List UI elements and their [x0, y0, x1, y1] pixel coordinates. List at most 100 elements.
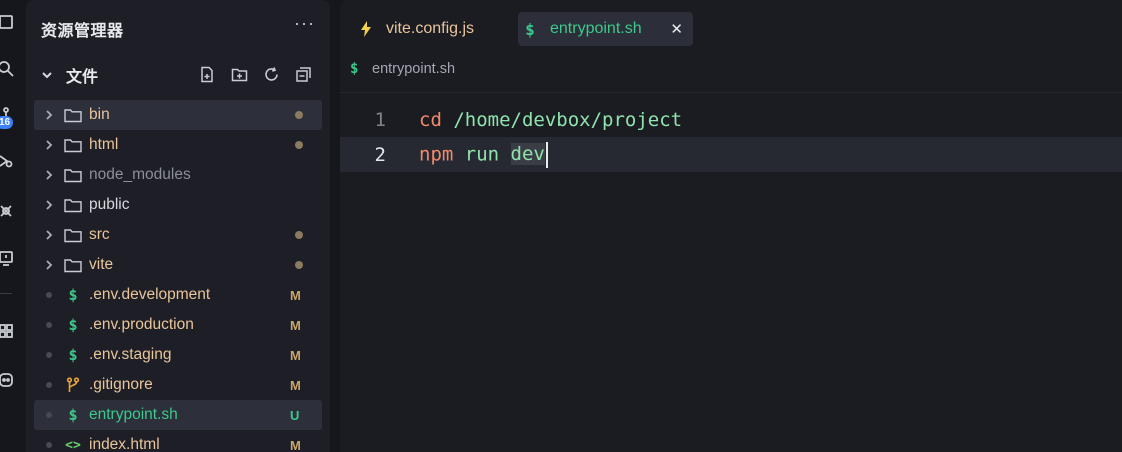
item-name: src [89, 226, 110, 243]
dollar-icon: $ [68, 406, 78, 424]
tab-entrypoint[interactable]: $ entrypoint.sh ✕ [518, 12, 693, 46]
collapse-all-icon[interactable] [294, 65, 312, 83]
item-name: vite [89, 256, 114, 273]
item-name: public [89, 196, 130, 213]
item-name: html [89, 136, 119, 153]
folder-icon [62, 198, 84, 213]
file-item[interactable]: $ entrypoint.sh U [34, 400, 322, 430]
remote-icon[interactable] [0, 247, 18, 269]
git-branch-icon [62, 377, 84, 393]
source-control-badge: 16 [0, 116, 14, 129]
folder-item[interactable]: bin [34, 100, 322, 130]
explorer-icon[interactable] [0, 11, 18, 33]
run-debug-icon[interactable] [0, 150, 18, 172]
explorer-title: 资源管理器 [41, 23, 124, 40]
bullet-dot [46, 322, 52, 328]
item-name: entrypoint.sh [89, 406, 178, 423]
file-item[interactable]: $ .env.production M [34, 310, 322, 340]
ai-chat-icon[interactable] [0, 369, 18, 391]
activity-divider [0, 293, 12, 294]
file-item[interactable]: $ .env.staging M [34, 340, 322, 370]
selection-highlight: dev [510, 143, 545, 165]
item-name: .env.development [89, 286, 211, 303]
activity-bar: 16 [0, 0, 24, 452]
files-section-title: 文件 [66, 69, 99, 86]
modified-dot [295, 111, 303, 119]
item-name: bin [89, 106, 110, 123]
folder-item[interactable]: html [34, 130, 322, 160]
code-editor[interactable]: 1 cd /home/devbox/project 2 npm run dev [340, 102, 1122, 172]
code-keyword: npm [419, 143, 454, 165]
folder-item[interactable]: public [34, 190, 322, 220]
item-name: .gitignore [89, 376, 153, 393]
folder-item[interactable]: node_modules [34, 160, 322, 190]
chevron-right-icon[interactable] [44, 109, 56, 121]
tab-label: entrypoint.sh [550, 20, 642, 37]
dollar-icon: $ [68, 286, 78, 304]
refresh-icon[interactable] [262, 65, 280, 83]
git-status-badge: M [290, 437, 301, 452]
dollar-icon: $ [350, 61, 359, 77]
chevron-right-icon[interactable] [44, 169, 56, 181]
extensions-icon[interactable] [0, 320, 18, 342]
chevron-right-icon[interactable] [44, 259, 56, 271]
more-actions-icon[interactable]: ··· [294, 13, 315, 34]
folder-icon [62, 258, 84, 273]
new-folder-icon[interactable] [230, 65, 248, 83]
file-tree: bin html node_modulespublic src vite $ .env.de… [34, 100, 322, 452]
code-line[interactable]: 1 cd /home/devbox/project [340, 102, 1122, 137]
tab-bar: vite.config.js $ entrypoint.sh ✕ [340, 0, 1122, 52]
chevron-right-icon[interactable] [44, 199, 56, 211]
code-argument: run [453, 143, 511, 165]
item-name: node_modules [89, 166, 191, 183]
lightning-icon [354, 21, 378, 37]
dollar-icon: $ [525, 19, 535, 39]
divider [340, 92, 1122, 93]
code-line-active[interactable]: 2 npm run dev [340, 137, 1122, 172]
line-number: 2 [374, 143, 386, 166]
search-icon[interactable] [0, 58, 18, 80]
debug-icon[interactable] [0, 200, 18, 222]
file-item[interactable]: <> index.html M [34, 430, 322, 452]
item-name: .env.production [89, 316, 194, 333]
folder-item[interactable]: vite [34, 250, 322, 280]
bullet-dot [46, 442, 52, 448]
html-icon: <> [65, 437, 81, 452]
git-status-badge: M [290, 347, 301, 363]
code-text: npm run dev [419, 141, 548, 168]
folder-icon [62, 228, 84, 243]
folder-icon [62, 138, 84, 153]
item-name: .env.staging [89, 346, 172, 363]
bullet-dot [46, 352, 52, 358]
bullet-dot [46, 412, 52, 418]
code-text: cd /home/devbox/project [419, 109, 682, 131]
dollar-icon: $ [68, 346, 78, 364]
git-status-badge: U [290, 407, 300, 423]
section-actions [198, 65, 312, 83]
bullet-dot [46, 382, 52, 388]
chevron-right-icon[interactable] [44, 139, 56, 151]
folder-item[interactable]: src [34, 220, 322, 250]
modified-dot [295, 231, 303, 239]
breadcrumb-file[interactable]: entrypoint.sh [372, 61, 455, 77]
modified-dot [295, 261, 303, 269]
item-name: index.html [89, 436, 160, 452]
chevron-down-icon[interactable] [40, 68, 56, 82]
code-argument: /home/devbox/project [441, 108, 683, 131]
breadcrumb: $ entrypoint.sh [350, 61, 455, 77]
new-file-icon[interactable] [198, 65, 216, 83]
code-keyword: cd [419, 108, 442, 131]
bullet-dot [46, 292, 52, 298]
dollar-icon: $ [68, 316, 78, 334]
text-cursor [545, 141, 548, 168]
file-item[interactable]: .gitignore M [34, 370, 322, 400]
close-icon[interactable]: ✕ [670, 20, 683, 38]
file-item[interactable]: $ .env.development M [34, 280, 322, 310]
files-section-header[interactable]: 文件 [40, 62, 330, 88]
chevron-right-icon[interactable] [44, 229, 56, 241]
tab-vite-config[interactable]: vite.config.js [354, 12, 516, 46]
explorer-sidebar: 资源管理器 ··· 文件 bin html node_modulespublic sr… [26, 0, 330, 452]
git-status-badge: M [290, 287, 301, 303]
git-status-badge: M [290, 377, 301, 393]
git-status-badge: M [290, 317, 301, 333]
